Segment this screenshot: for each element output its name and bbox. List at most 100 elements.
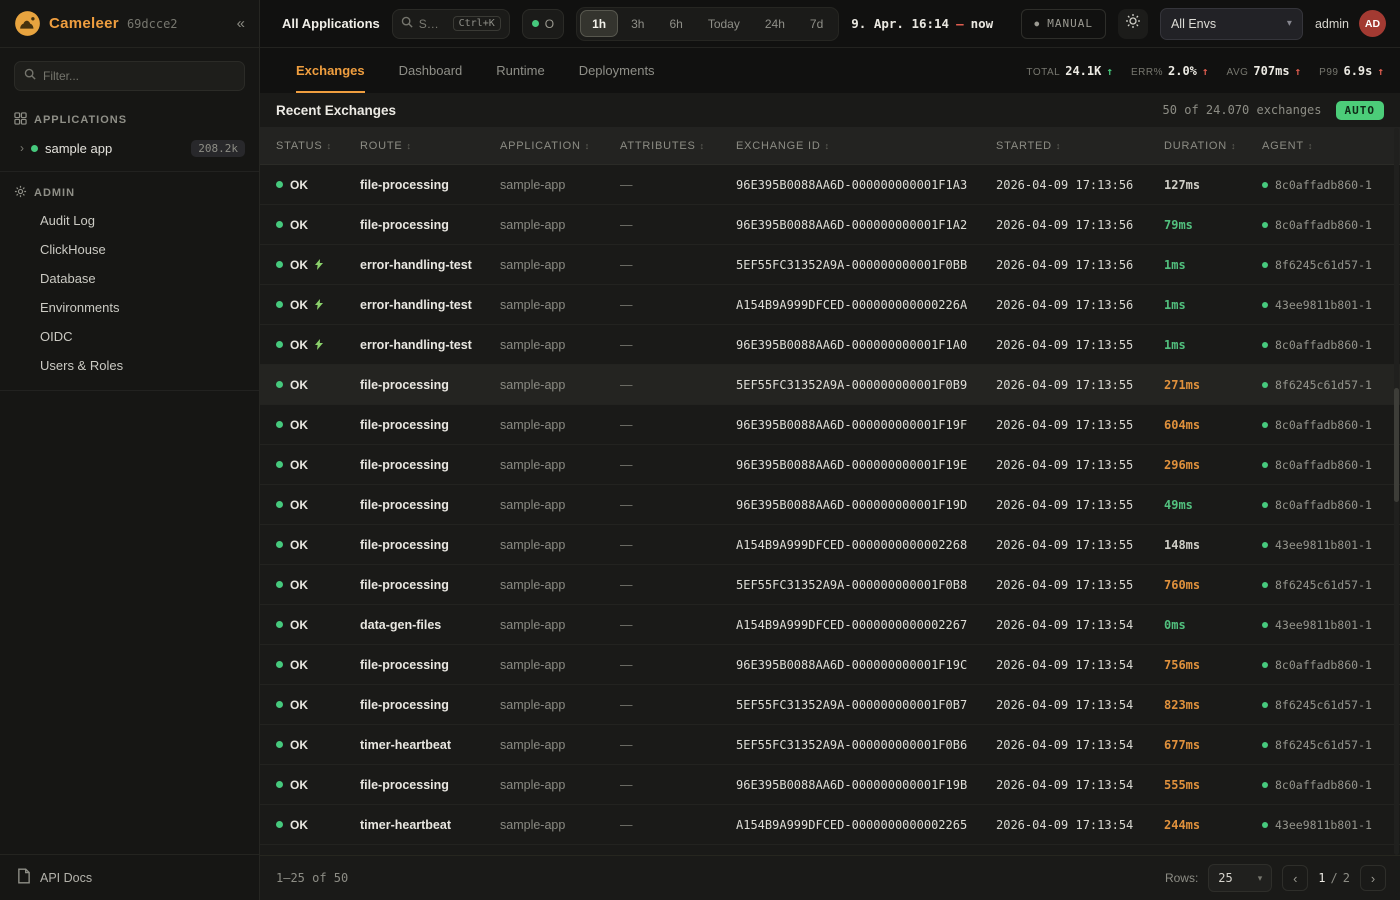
sidebar-admin-item[interactable]: Users & Roles <box>0 351 259 380</box>
route-cell: file-processing <box>360 578 500 592</box>
exchange-row[interactable]: OK timer-heartbeat sample-app — 5EF55FC3… <box>260 725 1400 765</box>
duration-cell: 1ms <box>1164 258 1262 272</box>
agent-cell: 8c0affadb860-1 <box>1262 418 1400 432</box>
page-separator: / <box>1331 871 1338 885</box>
collapse-sidebar-icon[interactable]: « <box>237 15 245 32</box>
column-header[interactable]: APPLICATION ↕ <box>500 140 620 152</box>
sidebar-admin-item[interactable]: Audit Log <box>0 206 259 235</box>
exchange-row[interactable]: OK file-processing sample-app — A154B9A9… <box>260 525 1400 565</box>
column-header[interactable]: AGENT ↕ <box>1262 140 1400 152</box>
exchange-row[interactable]: OK file-processing sample-app — 96E395B0… <box>260 765 1400 805</box>
started-cell: 2026-04-09 17:13:54 <box>996 698 1164 712</box>
status-label: OK <box>290 538 308 552</box>
exchange-id-cell: 96E395B0088AA6D-000000000001F19C <box>736 658 996 672</box>
time-range-button[interactable]: Today <box>696 10 752 37</box>
auto-refresh-badge[interactable]: AUTO <box>1336 101 1385 120</box>
filter-input[interactable] <box>43 69 235 83</box>
stat-label: ERR% <box>1131 67 1163 78</box>
agent-id: 8c0affadb860-1 <box>1275 338 1372 352</box>
column-header[interactable]: DURATION ↕ <box>1164 140 1262 152</box>
column-header[interactable]: STARTED ↕ <box>996 140 1164 152</box>
sidebar-admin-item[interactable]: ClickHouse <box>0 235 259 264</box>
scrollbar-thumb[interactable] <box>1394 388 1399 502</box>
table-footer: 1–25 of 50 Rows: 25 ▾ ‹ 1 / 2 › <box>260 855 1400 900</box>
column-header[interactable]: EXCHANGE ID ↕ <box>736 140 996 152</box>
exchange-row[interactable]: OK error-handling-test sample-app — 96E3… <box>260 325 1400 365</box>
exchange-row[interactable]: OK file-processing sample-app — 96E395B0… <box>260 165 1400 205</box>
exchange-row[interactable]: OK error-handling-test sample-app — A154… <box>260 285 1400 325</box>
username-label: admin <box>1315 17 1349 31</box>
global-search[interactable]: S… Ctrl+K <box>392 9 510 39</box>
exchange-row[interactable]: OK file-processing sample-app — 96E395B0… <box>260 485 1400 525</box>
time-range-button[interactable]: 24h <box>753 10 797 37</box>
status-label: OK <box>290 458 308 472</box>
column-header[interactable]: STATUS ↕ <box>276 140 360 152</box>
exchange-row[interactable]: OK file-processing sample-app — 96E395B0… <box>260 205 1400 245</box>
agent-status-dot <box>1262 662 1268 668</box>
exchange-row[interactable]: OK file-processing sample-app — 96E395B0… <box>260 405 1400 445</box>
status-ok-dot <box>276 501 283 508</box>
rows-per-page-select[interactable]: 25 ▾ <box>1208 864 1272 892</box>
exchange-row[interactable]: OK data-gen-files sample-app — A154B9A99… <box>260 605 1400 645</box>
tab[interactable]: Exchanges <box>296 48 365 93</box>
column-header-label: STARTED <box>996 140 1052 152</box>
status-ok-dot <box>276 661 283 668</box>
attributes-cell: — <box>620 298 736 312</box>
online-indicator[interactable]: O <box>522 9 564 39</box>
duration-cell: 127ms <box>1164 178 1262 192</box>
started-cell: 2026-04-09 17:13:55 <box>996 498 1164 512</box>
tabs-list: Exchanges Dashboard Runtime Deployments <box>296 48 655 93</box>
sidebar-item-sample-app[interactable]: › sample app 208.2k <box>0 133 259 163</box>
environment-select[interactable]: All Envs ▾ <box>1160 8 1303 40</box>
bolt-icon <box>315 339 323 350</box>
duration-cell: 49ms <box>1164 498 1262 512</box>
sidebar-filter[interactable] <box>14 61 245 91</box>
time-range-button[interactable]: 7d <box>798 10 835 37</box>
time-range-button[interactable]: 1h <box>580 10 618 37</box>
theme-toggle-button[interactable] <box>1118 9 1148 39</box>
tab[interactable]: Runtime <box>496 48 544 93</box>
tab[interactable]: Dashboard <box>399 48 463 93</box>
agent-status-dot <box>1262 542 1268 548</box>
application-cell: sample-app <box>500 418 620 432</box>
prev-page-button[interactable]: ‹ <box>1282 865 1308 891</box>
tab[interactable]: Deployments <box>579 48 655 93</box>
api-docs-link[interactable]: API Docs <box>0 854 259 900</box>
current-page: 1 <box>1318 871 1325 885</box>
time-range-button[interactable]: 6h <box>657 10 694 37</box>
avatar[interactable]: AD <box>1359 10 1386 37</box>
status-ok-dot <box>276 821 283 828</box>
exchange-row[interactable]: OK timer-heartbeat sample-app — A154B9A9… <box>260 805 1400 845</box>
column-header[interactable]: ATTRIBUTES ↕ <box>620 140 736 152</box>
route-cell: file-processing <box>360 218 500 232</box>
exchange-row[interactable]: OK file-processing sample-app — 96E395B0… <box>260 445 1400 485</box>
agent-id: 8f6245c61d57-1 <box>1275 258 1372 272</box>
sidebar-admin-item[interactable]: OIDC <box>0 322 259 351</box>
manual-refresh-button[interactable]: ● MANUAL <box>1021 9 1106 39</box>
status-cell: OK <box>276 538 360 552</box>
exchange-id-cell: A154B9A999DFCED-0000000000002265 <box>736 818 996 832</box>
duration-cell: 604ms <box>1164 418 1262 432</box>
exchange-row[interactable]: OK file-processing sample-app — 5EF55FC3… <box>260 365 1400 405</box>
main-area: All Applications S… Ctrl+K O 1h 3h 6 <box>260 0 1400 900</box>
agent-cell: 8c0affadb860-1 <box>1262 658 1400 672</box>
next-page-button[interactable]: › <box>1360 865 1386 891</box>
column-header[interactable]: ROUTE ↕ <box>360 140 500 152</box>
exchange-row[interactable]: OK file-processing sample-app — 5EF55FC3… <box>260 685 1400 725</box>
exchange-row[interactable]: OK file-processing sample-app — 96E395B0… <box>260 645 1400 685</box>
status-cell: OK <box>276 498 360 512</box>
exchange-id-cell: 96E395B0088AA6D-000000000001F19D <box>736 498 996 512</box>
agent-status-dot <box>1262 582 1268 588</box>
exchange-row[interactable]: OK error-handling-test sample-app — 5EF5… <box>260 245 1400 285</box>
sidebar-admin-item[interactable]: Environments <box>0 293 259 322</box>
attributes-cell: — <box>620 538 736 552</box>
time-range-button[interactable]: 3h <box>619 10 656 37</box>
page-indicator: 1 / 2 <box>1318 871 1350 885</box>
topbar: All Applications S… Ctrl+K O 1h 3h 6 <box>260 0 1400 48</box>
sidebar-admin-item[interactable]: Database <box>0 264 259 293</box>
exchange-row[interactable]: OK file-processing sample-app — 5EF55FC3… <box>260 565 1400 605</box>
date-range-display[interactable]: 9. Apr. 16:14 — now <box>851 16 993 31</box>
column-header-label: EXCHANGE ID <box>736 140 821 152</box>
agent-status-dot <box>1262 382 1268 388</box>
agent-cell: 8f6245c61d57-1 <box>1262 578 1400 592</box>
